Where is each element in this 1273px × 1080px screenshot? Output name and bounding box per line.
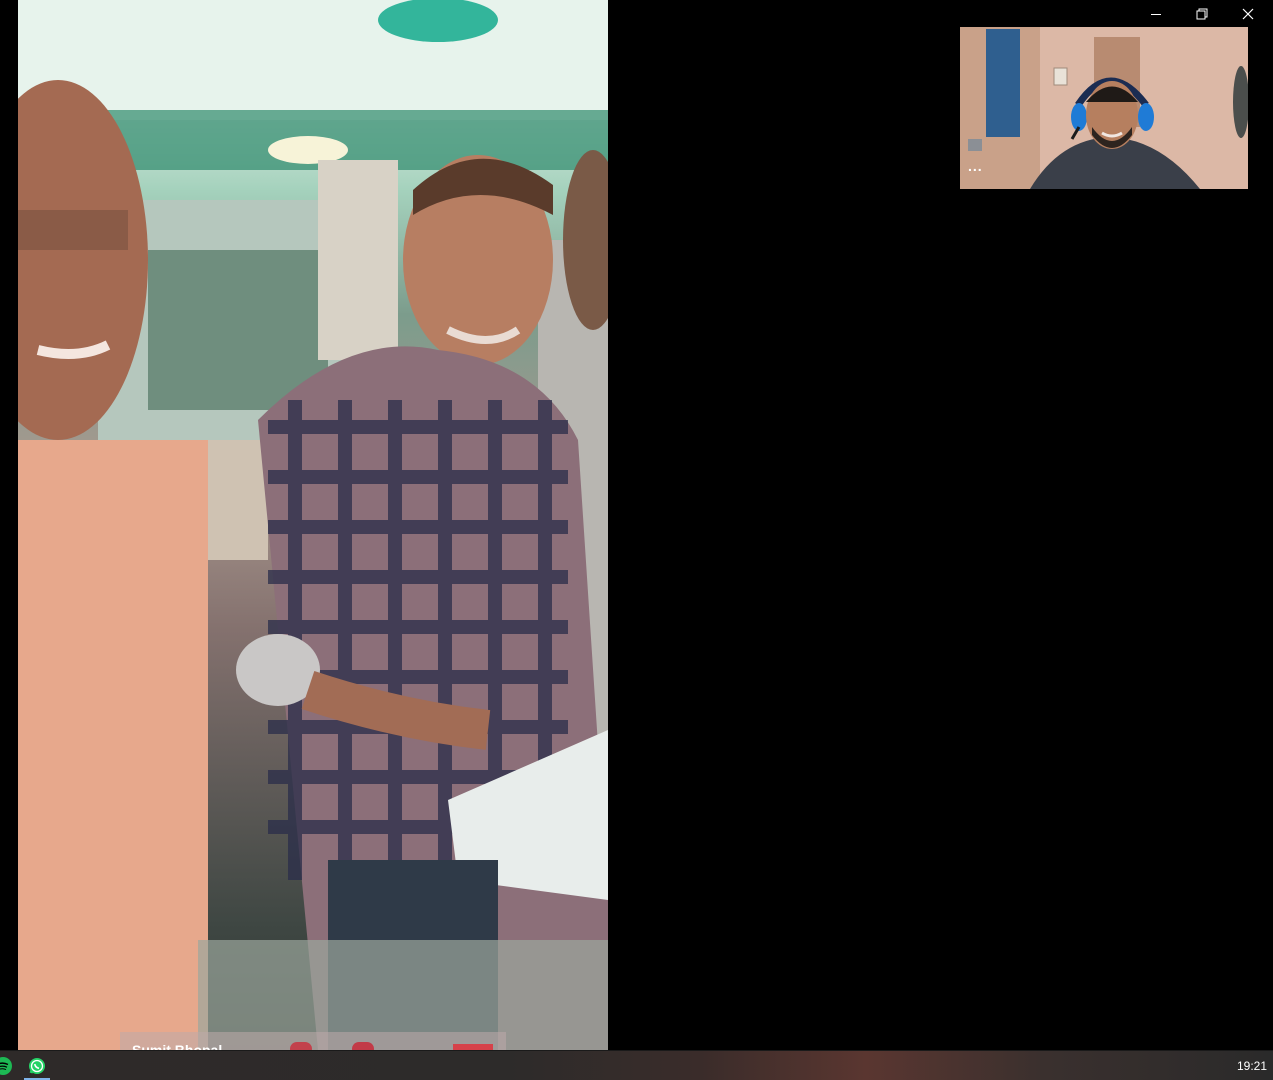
spotify-icon[interactable] xyxy=(0,1057,12,1075)
close-button[interactable] xyxy=(1225,0,1271,28)
strip-reaction-dot xyxy=(290,1042,312,1050)
self-view-image xyxy=(960,27,1248,189)
caller-name-strip: Sumit Bhopal xyxy=(120,1032,506,1050)
remote-video-feed[interactable]: Sumit Bhopal xyxy=(18,0,608,1050)
self-view-more-button[interactable]: ... xyxy=(968,159,983,173)
caller-name: Sumit Bhopal xyxy=(132,1042,223,1050)
self-view-video[interactable]: ... xyxy=(960,27,1248,189)
taskbar: 19:21 xyxy=(0,1050,1273,1080)
restore-button[interactable] xyxy=(1179,0,1225,28)
taskbar-clock[interactable]: 19:21 xyxy=(1237,1059,1267,1073)
minimize-button[interactable] xyxy=(1133,0,1179,28)
restore-icon xyxy=(1196,8,1208,20)
window-controls xyxy=(1133,0,1273,28)
strip-reaction-dot xyxy=(352,1042,374,1050)
whatsapp-icon[interactable] xyxy=(28,1057,46,1075)
minimize-icon xyxy=(1150,8,1162,20)
close-icon xyxy=(1242,8,1254,20)
video-call-window: Sumit Bhopal ... 19:21 xyxy=(0,0,1273,1080)
remote-video-image xyxy=(18,0,608,1050)
